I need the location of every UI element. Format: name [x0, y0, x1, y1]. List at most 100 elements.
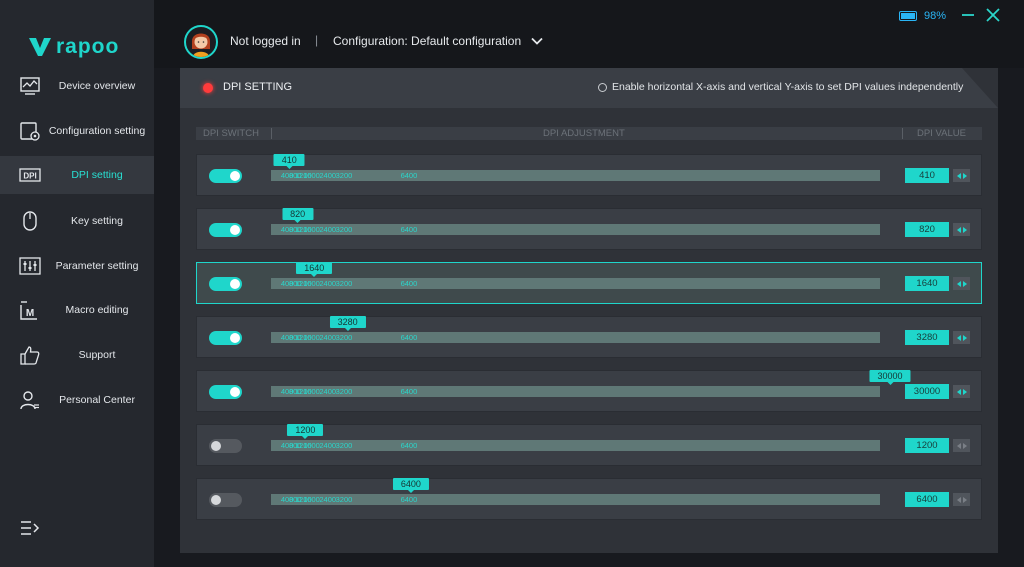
increase-arrow-icon[interactable]	[962, 172, 967, 179]
user-login-status[interactable]: Not logged in	[230, 34, 301, 48]
col-dpi-adjustment: DPI ADJUSTMENT	[543, 128, 625, 139]
dpi-switch-toggle[interactable]	[209, 331, 242, 345]
dpi-value-input[interactable]: 6400	[905, 492, 949, 507]
dpi-tick-label: 3200	[335, 495, 353, 504]
increase-arrow-icon[interactable]	[962, 226, 967, 233]
dpi-slider-handle[interactable]: 1640	[296, 262, 333, 277]
dpi-row[interactable]: 400 800 1200 1600 2400 3200 6400 30000 30000	[196, 370, 982, 412]
toggle-knob	[230, 333, 240, 343]
dpi-value-input[interactable]: 30000	[905, 384, 949, 399]
dpi-stepper[interactable]	[953, 277, 970, 290]
avatar[interactable]	[184, 25, 218, 59]
dpi-slider-handle[interactable]: 6400	[392, 478, 429, 493]
xy-radio-button[interactable]	[598, 82, 607, 92]
dpi-value-input[interactable]: 1640	[905, 276, 949, 291]
dpi-slider-handle[interactable]: 1200	[287, 424, 324, 439]
dpi-switch-toggle[interactable]	[209, 385, 242, 399]
sidebar-item-macro-editing[interactable]: M Macro editing	[0, 291, 154, 329]
dpi-tick-label: 3200	[335, 333, 353, 342]
dpi-tick-label: 6400	[400, 333, 418, 342]
sidebar-item-device-overview[interactable]: Device overview	[0, 67, 154, 105]
panel-title: DPI SETTING	[223, 81, 293, 93]
dpi-row[interactable]: 400 800 1200 1600 2400 3200 6400 6400 6400	[196, 478, 982, 520]
dpi-value-input[interactable]: 1200	[905, 438, 949, 453]
dpi-tick-label: 6400	[400, 225, 418, 234]
dpi-stepper[interactable]	[953, 331, 970, 344]
dpi-stepper[interactable]	[953, 169, 970, 182]
svg-text:DPI: DPI	[23, 172, 36, 181]
decrease-arrow-icon[interactable]	[956, 442, 961, 449]
xy-independent-option[interactable]: Enable horizontal X-axis and vertical Y-…	[598, 81, 963, 93]
dpi-icon: DPI	[19, 168, 41, 182]
dpi-stepper[interactable]	[953, 493, 970, 506]
dpi-row[interactable]: 400 800 1200 1600 2400 3200 6400 820 820	[196, 208, 982, 250]
col-dpi-switch: DPI SWITCH	[203, 128, 259, 139]
dpi-stepper[interactable]	[953, 385, 970, 398]
dpi-value-input[interactable]: 410	[905, 168, 949, 183]
collapse-menu-icon[interactable]	[19, 518, 41, 538]
increase-arrow-icon[interactable]	[962, 280, 967, 287]
sidebar-item-parameter-setting[interactable]: Parameter setting	[0, 247, 154, 285]
dpi-row[interactable]: 400 800 1200 1600 2400 3200 6400 410 410	[196, 154, 982, 196]
dpi-row[interactable]: 400 800 1200 1600 2400 3200 6400 1200 1200	[196, 424, 982, 466]
dpi-tick-label: 1600	[303, 495, 320, 504]
panel-header: DPI SETTING Enable horizontal X-axis and…	[180, 68, 998, 108]
increase-arrow-icon[interactable]	[962, 334, 967, 341]
dpi-slider-track[interactable]: 400 800 1200 1600 2400 3200 6400 1200	[271, 424, 880, 451]
sidebar-item-configuration-setting[interactable]: Configuration setting	[0, 112, 154, 150]
dpi-slider-track[interactable]: 400 800 1200 1600 2400 3200 6400 6400	[271, 478, 880, 505]
decrease-arrow-icon[interactable]	[956, 496, 961, 503]
decrease-arrow-icon[interactable]	[956, 280, 961, 287]
sidebar-item-label: Key setting	[71, 215, 123, 227]
dpi-stepper[interactable]	[953, 223, 970, 236]
toggle-knob	[211, 495, 221, 505]
sidebar-item-label: Device overview	[58, 80, 136, 92]
dpi-switch-toggle[interactable]	[209, 277, 242, 291]
dpi-tick-label: 2400	[319, 171, 337, 180]
increase-arrow-icon[interactable]	[962, 496, 967, 503]
dpi-slider-handle[interactable]: 410	[273, 154, 305, 169]
sidebar: rapoo Device overview Configuration sett…	[0, 0, 154, 567]
dpi-value-input[interactable]: 820	[905, 222, 949, 237]
decrease-arrow-icon[interactable]	[956, 334, 961, 341]
close-icon[interactable]	[985, 7, 1001, 23]
sidebar-item-label: Configuration setting	[48, 125, 146, 137]
dpi-slider-track[interactable]: 400 800 1200 1600 2400 3200 6400 410	[271, 154, 880, 181]
toggle-knob	[230, 279, 240, 289]
dpi-switch-toggle[interactable]	[209, 439, 242, 453]
sidebar-item-personal-center[interactable]: Personal Center	[0, 381, 154, 419]
dpi-value-input[interactable]: 3280	[905, 330, 949, 345]
increase-arrow-icon[interactable]	[962, 388, 967, 395]
sidebar-item-key-setting[interactable]: Key setting	[0, 202, 154, 240]
minimize-icon[interactable]	[960, 7, 976, 23]
decrease-arrow-icon[interactable]	[956, 226, 961, 233]
dpi-slider-handle[interactable]: 820	[282, 208, 314, 223]
dpi-tick-label: 1600	[303, 441, 320, 450]
dpi-switch-toggle[interactable]	[209, 493, 242, 507]
dpi-slider-handle[interactable]: 30000	[869, 370, 911, 385]
dpi-row[interactable]: 400 800 1200 1600 2400 3200 6400 3280 3280	[196, 316, 982, 358]
dpi-switch-toggle[interactable]	[209, 169, 242, 183]
decrease-arrow-icon[interactable]	[956, 172, 961, 179]
battery-fill	[901, 13, 915, 19]
dpi-slider-track[interactable]: 400 800 1200 1600 2400 3200 6400 30000	[271, 370, 911, 397]
header-separator: |	[315, 33, 319, 47]
sidebar-item-label: Support	[78, 349, 116, 361]
dpi-slider-track[interactable]: 400 800 1200 1600 2400 3200 6400 820	[271, 208, 880, 235]
dpi-slider-track[interactable]: 400 800 1200 1600 2400 3200 6400 3280	[271, 316, 880, 343]
column-divider	[271, 128, 272, 139]
dpi-stepper[interactable]	[953, 439, 970, 452]
decrease-arrow-icon[interactable]	[956, 388, 961, 395]
dpi-slider-handle[interactable]: 3280	[329, 316, 366, 331]
dpi-row[interactable]: 400 800 1200 1600 2400 3200 6400 1640 1640	[196, 262, 982, 304]
dpi-tick-label: 2400	[319, 225, 337, 234]
dpi-tick-label: 1600	[303, 225, 320, 234]
macro-m-icon: M	[20, 301, 37, 320]
dpi-switch-toggle[interactable]	[209, 223, 242, 237]
increase-arrow-icon[interactable]	[962, 442, 967, 449]
sidebar-item-support[interactable]: Support	[0, 336, 154, 374]
sidebar-item-dpi-setting[interactable]: DPI DPI setting	[0, 156, 154, 194]
configuration-dropdown[interactable]: Configuration: Default configuration	[333, 34, 543, 48]
avatar-face-icon	[192, 33, 210, 57]
dpi-slider-track[interactable]: 400 800 1200 1600 2400 3200 6400 1640	[271, 262, 880, 289]
